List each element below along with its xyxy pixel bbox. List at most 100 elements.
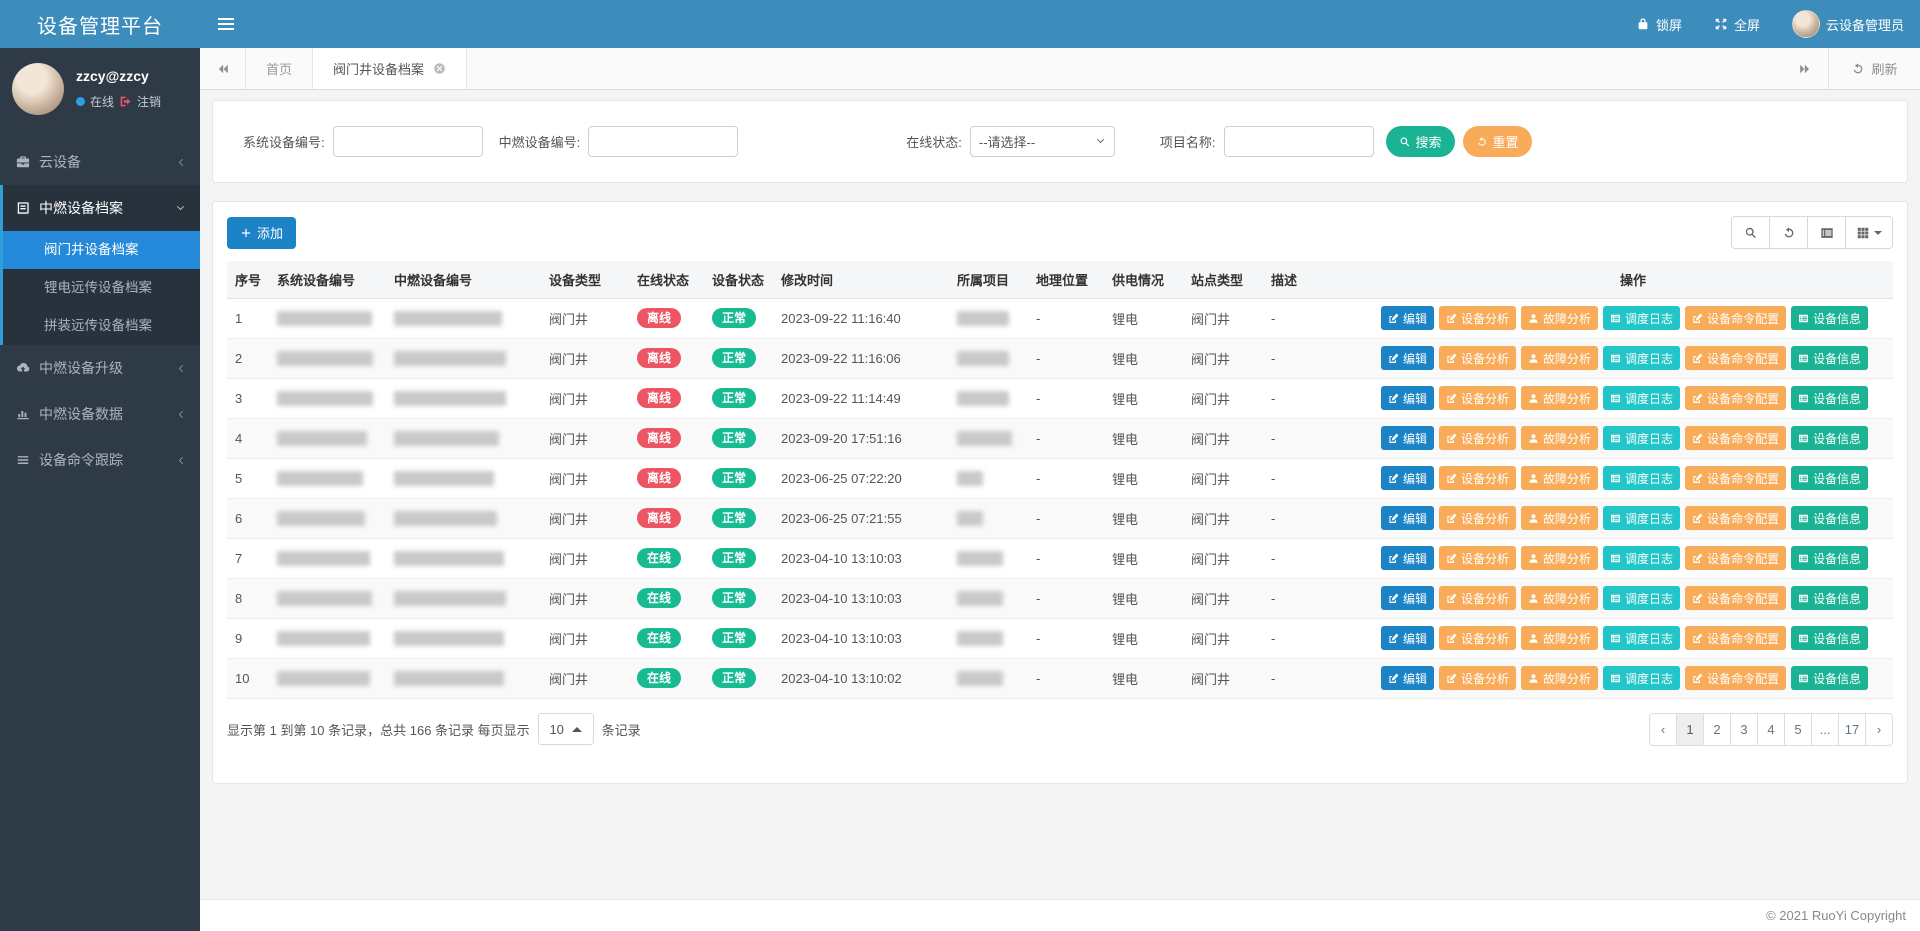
online-status-select[interactable]: --请选择-- [970, 126, 1115, 157]
action-button-故障分析[interactable]: 故障分析 [1521, 586, 1598, 610]
action-button-设备分析[interactable]: 设备分析 [1439, 346, 1516, 370]
sidebar-subitem[interactable]: 锂电远传设备档案 [3, 269, 200, 307]
search-button[interactable]: 搜索 [1386, 126, 1455, 157]
table-columns-button[interactable] [1845, 216, 1893, 249]
user-menu[interactable]: 云设备管理员 [1776, 0, 1920, 48]
action-button-故障分析[interactable]: 故障分析 [1521, 306, 1598, 330]
action-button-设备信息[interactable]: 设备信息 [1791, 506, 1868, 530]
refresh-tab-button[interactable]: 刷新 [1828, 48, 1920, 89]
action-button-设备分析[interactable]: 设备分析 [1439, 426, 1516, 450]
action-button-设备信息[interactable]: 设备信息 [1791, 426, 1868, 450]
action-button-调度日志[interactable]: 调度日志 [1603, 666, 1680, 690]
action-button-编辑[interactable]: 编辑 [1381, 386, 1434, 410]
tabs-scroll-left-button[interactable] [200, 48, 246, 89]
action-button-调度日志[interactable]: 调度日志 [1603, 506, 1680, 530]
action-button-编辑[interactable]: 编辑 [1381, 346, 1434, 370]
action-button-调度日志[interactable]: 调度日志 [1603, 346, 1680, 370]
sidebar-item[interactable]: 中燃设备档案 [3, 185, 200, 231]
action-button-故障分析[interactable]: 故障分析 [1521, 666, 1598, 690]
page-button-2[interactable]: 2 [1703, 713, 1731, 746]
action-button-设备分析[interactable]: 设备分析 [1439, 586, 1516, 610]
page-button-3[interactable]: 3 [1730, 713, 1758, 746]
sidebar-item[interactable]: 中燃设备数据 [3, 391, 200, 437]
action-button-故障分析[interactable]: 故障分析 [1521, 546, 1598, 570]
system-device-no-input[interactable] [333, 126, 483, 157]
action-button-设备命令配置[interactable]: 设备命令配置 [1685, 546, 1786, 570]
action-button-设备命令配置[interactable]: 设备命令配置 [1685, 666, 1786, 690]
tab-home[interactable]: 首页 [246, 48, 313, 89]
action-button-故障分析[interactable]: 故障分析 [1521, 346, 1598, 370]
action-button-调度日志[interactable]: 调度日志 [1603, 306, 1680, 330]
action-button-设备分析[interactable]: 设备分析 [1439, 506, 1516, 530]
sidebar-item[interactable]: 设备命令跟踪 [3, 437, 200, 483]
page-button-5[interactable]: 5 [1784, 713, 1812, 746]
action-button-设备命令配置[interactable]: 设备命令配置 [1685, 506, 1786, 530]
table-refresh-button[interactable] [1769, 216, 1808, 249]
gas-device-no-input[interactable] [588, 126, 738, 157]
fullscreen-button[interactable]: 全屏 [1698, 0, 1776, 48]
page-button-4[interactable]: 4 [1757, 713, 1785, 746]
tab-close-icon[interactable] [433, 62, 446, 75]
sidebar-toggle-button[interactable] [200, 0, 252, 48]
action-button-编辑[interactable]: 编辑 [1381, 666, 1434, 690]
action-button-故障分析[interactable]: 故障分析 [1521, 386, 1598, 410]
table-view-toggle-button[interactable] [1807, 216, 1846, 249]
action-button-设备分析[interactable]: 设备分析 [1439, 306, 1516, 330]
action-button-调度日志[interactable]: 调度日志 [1603, 586, 1680, 610]
action-button-设备分析[interactable]: 设备分析 [1439, 626, 1516, 650]
action-button-设备命令配置[interactable]: 设备命令配置 [1685, 346, 1786, 370]
action-button-设备命令配置[interactable]: 设备命令配置 [1685, 626, 1786, 650]
action-button-设备命令配置[interactable]: 设备命令配置 [1685, 306, 1786, 330]
action-button-设备信息[interactable]: 设备信息 [1791, 626, 1868, 650]
action-button-调度日志[interactable]: 调度日志 [1603, 626, 1680, 650]
page-size-select[interactable]: 10 [538, 713, 594, 745]
page-button-17[interactable]: 17 [1838, 713, 1866, 746]
tabs-scroll-right-button[interactable] [1782, 48, 1828, 89]
page-prev-button[interactable]: ‹ [1649, 713, 1677, 746]
page-ellipsis[interactable]: ... [1811, 713, 1839, 746]
action-button-设备命令配置[interactable]: 设备命令配置 [1685, 426, 1786, 450]
tab-valve-well-archive[interactable]: 阀门井设备档案 [313, 48, 467, 89]
action-button-设备信息[interactable]: 设备信息 [1791, 466, 1868, 490]
action-button-设备分析[interactable]: 设备分析 [1439, 466, 1516, 490]
action-button-设备信息[interactable]: 设备信息 [1791, 586, 1868, 610]
table-search-toggle-button[interactable] [1731, 216, 1770, 249]
sidebar-item[interactable]: 中燃设备升级 [3, 345, 200, 391]
sidebar-item[interactable]: 云设备 [3, 139, 200, 185]
action-button-调度日志[interactable]: 调度日志 [1603, 466, 1680, 490]
action-button-调度日志[interactable]: 调度日志 [1603, 546, 1680, 570]
action-button-编辑[interactable]: 编辑 [1381, 626, 1434, 650]
action-button-编辑[interactable]: 编辑 [1381, 426, 1434, 450]
logout-link[interactable]: 注销 [137, 93, 161, 110]
action-button-故障分析[interactable]: 故障分析 [1521, 506, 1598, 530]
action-button-设备分析[interactable]: 设备分析 [1439, 666, 1516, 690]
action-button-设备信息[interactable]: 设备信息 [1791, 346, 1868, 370]
project-name-input[interactable] [1224, 126, 1374, 157]
action-button-编辑[interactable]: 编辑 [1381, 546, 1434, 570]
action-button-编辑[interactable]: 编辑 [1381, 586, 1434, 610]
action-button-设备信息[interactable]: 设备信息 [1791, 666, 1868, 690]
action-button-设备分析[interactable]: 设备分析 [1439, 546, 1516, 570]
action-button-调度日志[interactable]: 调度日志 [1603, 386, 1680, 410]
reset-button[interactable]: 重置 [1463, 126, 1532, 157]
sidebar-subitem[interactable]: 拼装远传设备档案 [3, 307, 200, 345]
action-button-设备命令配置[interactable]: 设备命令配置 [1685, 386, 1786, 410]
page-button-1[interactable]: 1 [1676, 713, 1704, 746]
add-button[interactable]: 添加 [227, 217, 296, 249]
action-button-编辑[interactable]: 编辑 [1381, 466, 1434, 490]
action-button-设备命令配置[interactable]: 设备命令配置 [1685, 466, 1786, 490]
action-button-设备信息[interactable]: 设备信息 [1791, 386, 1868, 410]
action-button-故障分析[interactable]: 故障分析 [1521, 626, 1598, 650]
action-button-设备信息[interactable]: 设备信息 [1791, 306, 1868, 330]
action-button-设备命令配置[interactable]: 设备命令配置 [1685, 586, 1786, 610]
lock-screen-button[interactable]: 锁屏 [1620, 0, 1698, 48]
action-button-编辑[interactable]: 编辑 [1381, 306, 1434, 330]
action-button-设备信息[interactable]: 设备信息 [1791, 546, 1868, 570]
action-button-故障分析[interactable]: 故障分析 [1521, 466, 1598, 490]
sidebar-subitem[interactable]: 阀门井设备档案 [3, 231, 200, 269]
action-button-编辑[interactable]: 编辑 [1381, 506, 1434, 530]
page-next-button[interactable]: › [1865, 713, 1893, 746]
action-button-调度日志[interactable]: 调度日志 [1603, 426, 1680, 450]
action-button-设备分析[interactable]: 设备分析 [1439, 386, 1516, 410]
action-button-故障分析[interactable]: 故障分析 [1521, 426, 1598, 450]
